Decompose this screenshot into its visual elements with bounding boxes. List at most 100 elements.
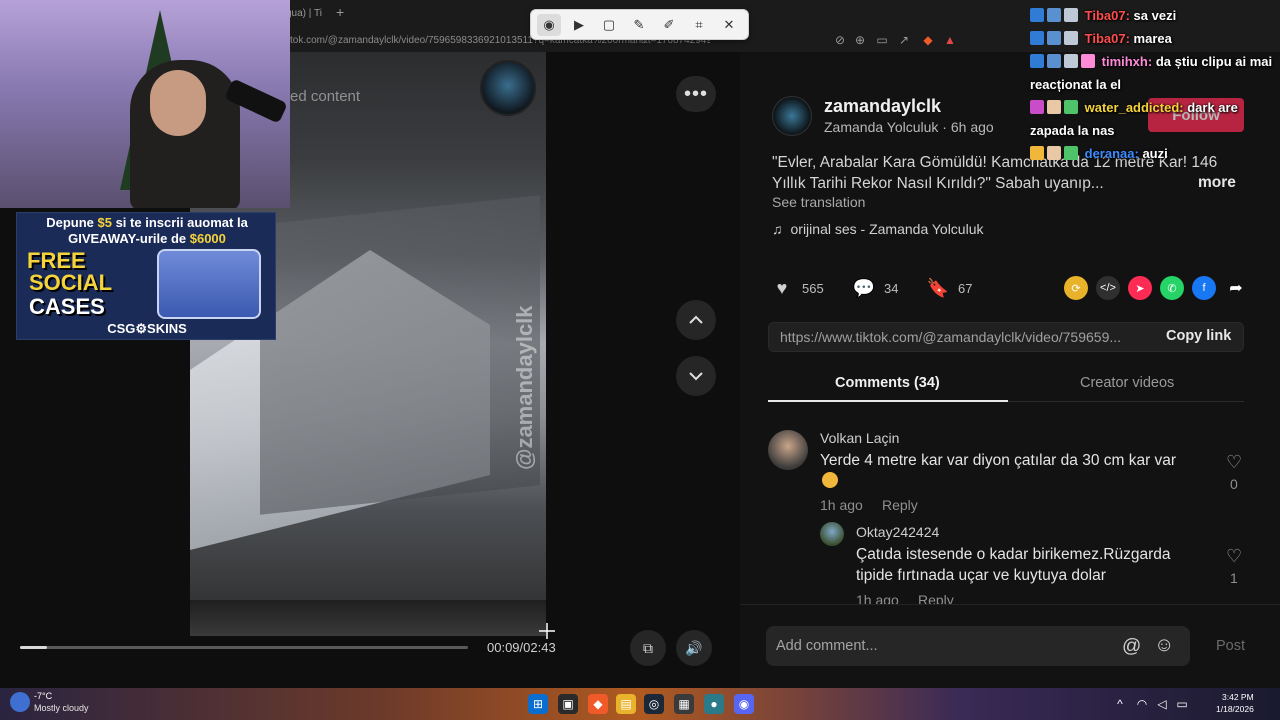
new-tab-button[interactable]: + — [336, 4, 344, 20]
video-link-text[interactable]: https://www.tiktok.com/@zamandaylclk/vid… — [780, 329, 1150, 345]
comment-like-count: 0 — [1230, 476, 1238, 492]
music-link[interactable]: ♫ orijinal ses - Zamanda Yolculuk — [772, 221, 984, 237]
picture-in-picture-button[interactable]: ⧉ — [630, 630, 666, 666]
emoji-icon[interactable]: ☺ — [1154, 634, 1174, 657]
volume-button[interactable]: 🔊 — [676, 630, 712, 666]
next-video-button[interactable] — [676, 356, 716, 396]
steam-icon[interactable]: ◎ — [644, 694, 664, 714]
more-options-button[interactable]: ••• — [676, 76, 716, 112]
video-author-avatar[interactable] — [480, 60, 536, 116]
start-icon[interactable]: ⊞ — [528, 694, 548, 714]
discord-icon[interactable]: ◉ — [734, 694, 754, 714]
whatsapp-icon[interactable]: ✆ — [1160, 276, 1184, 300]
chat-badge-icon — [1064, 146, 1078, 160]
comment-reply-button[interactable]: Reply — [882, 497, 918, 513]
save-count: 67 — [958, 280, 973, 296]
author-avatar[interactable] — [772, 96, 812, 136]
chat-badge-icon — [1047, 54, 1061, 68]
chat-badge-icon — [1064, 54, 1078, 68]
chat-message: Tiba07: sa vezi — [1030, 4, 1280, 27]
reply-author[interactable]: Oktay242424 — [856, 524, 939, 540]
text-extract-icon[interactable]: ⌗ — [687, 14, 711, 36]
camera-icon[interactable]: ◉ — [537, 13, 561, 36]
like-button[interactable]: ♥ 565 — [770, 276, 824, 300]
copy-link-button[interactable]: Copy link — [1166, 328, 1231, 344]
reply-like-count: 1 — [1230, 570, 1238, 586]
reply-avatar[interactable] — [820, 522, 844, 546]
comment-text: Yerde 4 metre kar var diyon çatılar da 3… — [820, 452, 1177, 469]
comment-avatar[interactable] — [768, 430, 808, 470]
weather-description[interactable]: Mostly cloudy — [34, 703, 89, 713]
see-translation-link[interactable]: See translation — [772, 194, 865, 210]
snipping-toolbar: ◉ ▶ ▢ ✎ ✐ ⌗ ✕ — [530, 9, 749, 40]
battery-icon[interactable]: ▭ — [1172, 694, 1192, 714]
weather-icon[interactable] — [10, 692, 30, 712]
active-tab-indicator — [768, 400, 1008, 402]
close-icon[interactable]: ✕ — [717, 14, 741, 36]
comment-button[interactable]: 💬 34 — [852, 276, 899, 300]
save-button[interactable]: 🔖 67 — [926, 276, 973, 300]
brave-icon[interactable]: ◆ — [588, 694, 608, 714]
reply-like-icon[interactable]: ♡ — [1226, 546, 1242, 567]
chat-badge-icon — [1047, 100, 1061, 114]
reader-icon[interactable]: ▭ — [874, 32, 890, 48]
comment-count: 34 — [884, 280, 899, 296]
embed-icon[interactable]: </> — [1096, 276, 1120, 300]
ad-headline-1: Depune $5 si te inscrii auomat la — [46, 215, 248, 230]
chat-username: water_addicted: — [1084, 100, 1184, 115]
pen-icon[interactable]: ✐ — [657, 14, 681, 36]
tab-comments[interactable]: Comments (34) — [835, 375, 940, 391]
freeform-icon[interactable]: ✎ — [627, 14, 651, 36]
ad-brand-logo: CSG⚙SKINS — [107, 321, 187, 336]
chat-badge-icon — [1030, 100, 1044, 114]
comment-like-icon[interactable]: ♡ — [1226, 452, 1242, 473]
file-explorer-icon[interactable]: ▤ — [616, 694, 636, 714]
video-progress-track[interactable] — [20, 646, 468, 649]
ad-cases-text: SOCIAL CASES — [29, 270, 113, 319]
post-comment-button[interactable]: Post — [1216, 638, 1245, 654]
volume-icon[interactable]: ◁ — [1152, 694, 1172, 714]
webcam-face — [150, 70, 206, 136]
zoom-icon[interactable]: ⊕ — [852, 32, 868, 48]
browser-tab-title[interactable]: gua) | Ti — [286, 8, 322, 19]
chat-text: marea — [1133, 31, 1172, 46]
no-tracking-icon[interactable]: ⊘ — [832, 32, 848, 48]
video-watermark: @zamandaylclk — [512, 305, 537, 470]
chat-message: timihxh: da știu clipu ai mai reacționat… — [1030, 50, 1280, 96]
rewards-icon[interactable]: ▲ — [942, 32, 958, 48]
description-more-link[interactable]: more — [1198, 174, 1236, 192]
clock-time[interactable]: 3:42 PM — [1222, 692, 1254, 702]
video-frame-building — [260, 195, 540, 515]
author-meta: Zamanda Yolculuk · 6h ago — [824, 119, 994, 135]
chat-badge-icon — [1030, 146, 1044, 160]
author-username[interactable]: zamandaylclk — [824, 96, 941, 117]
chat-badge-icon — [1030, 54, 1044, 68]
share-arrow-icon[interactable]: ➦ — [1224, 276, 1248, 300]
tray-chevron-icon[interactable]: ^ — [1110, 694, 1130, 714]
wifi-icon[interactable]: ◠ — [1132, 694, 1152, 714]
rectangle-icon[interactable]: ▢ — [597, 14, 621, 36]
calculator-icon[interactable]: ▦ — [674, 694, 694, 714]
clock-date[interactable]: 1/18/2026 — [1216, 704, 1254, 714]
repost-icon[interactable]: ⟳ — [1064, 276, 1088, 300]
facebook-icon[interactable]: f — [1192, 276, 1216, 300]
send-icon[interactable]: ➤ — [1128, 276, 1152, 300]
sensitive-content-label: ed content — [290, 88, 361, 105]
video-progress-fill — [20, 646, 47, 649]
video-frame-window — [190, 600, 546, 636]
comment-author[interactable]: Volkan Laçin — [820, 430, 899, 446]
comment-time: 1h ago — [820, 497, 863, 513]
app-icon[interactable]: ● — [704, 694, 724, 714]
chat-text: sa vezi — [1133, 8, 1177, 23]
sponsor-ad: Depune $5 si te inscrii auomat la GIVEAW… — [16, 212, 276, 340]
weather-temperature[interactable]: -7°C — [34, 691, 52, 701]
previous-video-button[interactable] — [676, 300, 716, 340]
mention-icon[interactable]: @ — [1122, 636, 1141, 658]
chat-username: timihxh: — [1101, 54, 1153, 69]
tab-creator-videos[interactable]: Creator videos — [1080, 375, 1174, 391]
task-view-icon[interactable]: ▣ — [558, 694, 578, 714]
brave-shield-icon[interactable]: ◆ — [920, 32, 936, 48]
share-page-icon[interactable]: ↗ — [896, 32, 912, 48]
video-icon[interactable]: ▶ — [567, 14, 591, 36]
chat-badge-icon — [1047, 146, 1061, 160]
